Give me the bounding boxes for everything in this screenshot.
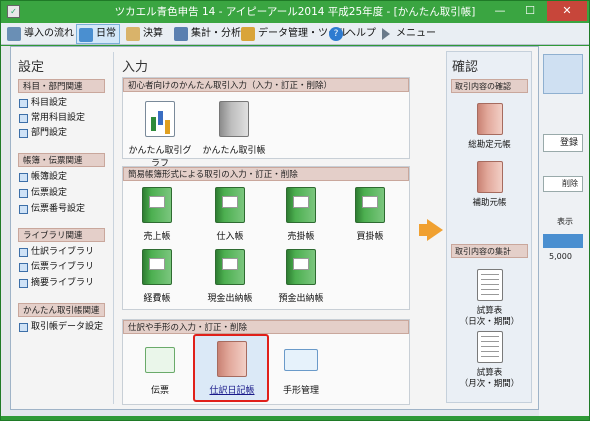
tile-kantan-ledger[interactable]: かんたん取引帳	[199, 101, 269, 156]
list-item-icon	[19, 114, 28, 123]
ledger-book-icon	[219, 101, 249, 137]
tile-sales-book[interactable]: 売上帳	[122, 187, 192, 242]
settings-item[interactable]: 摘要ライブラリ	[18, 277, 94, 289]
background-left-strip	[1, 46, 10, 416]
help-icon: ?	[329, 27, 343, 41]
tile-kantan-graph[interactable]: かんたん取引グラフ	[125, 101, 195, 169]
table-icon	[476, 331, 503, 363]
background-blue-header	[543, 54, 583, 94]
settings-item[interactable]: 常用科目設定	[18, 112, 85, 124]
settings-section-header: かんたん取引帳関連	[18, 303, 105, 317]
menu-item-guide[interactable]: 導入の流れ	[5, 24, 74, 44]
settings-item[interactable]: 仕訳ライブラリ	[18, 246, 94, 258]
background-display-label: 表示	[557, 217, 573, 226]
list-item-icon	[19, 173, 28, 182]
menu-item-daily[interactable]: 日常	[76, 24, 120, 44]
tile-voucher[interactable]: 伝票	[125, 341, 195, 396]
guide-icon	[7, 27, 21, 41]
background-blue-bar	[543, 234, 583, 248]
daily-icon	[79, 28, 93, 42]
settings-item[interactable]: 伝票ライブラリ	[18, 261, 94, 273]
menu-item-menu[interactable]: メニュー	[377, 24, 436, 44]
data-tools-icon	[241, 27, 255, 41]
tile-purchase-book[interactable]: 仕入帳	[195, 187, 265, 242]
settings-section-header: 科目・部門関連	[18, 79, 105, 93]
input-title: 入力	[122, 60, 149, 75]
tile-bill-management[interactable]: 手形管理	[266, 341, 336, 396]
tile-deposit-book[interactable]: 預金出納帳	[266, 249, 336, 304]
ledger-book-icon	[476, 103, 503, 135]
menu-item-analysis[interactable]: 集計・分析	[172, 24, 241, 44]
settings-title: 設定	[18, 60, 45, 75]
list-item-icon	[19, 99, 28, 108]
input-section-header: 簡易帳簿形式による取引の入力・訂正・削除	[123, 167, 409, 181]
settings-item[interactable]: 部門設定	[18, 127, 67, 139]
analysis-icon	[174, 27, 188, 41]
menu-arrow-icon	[382, 28, 390, 40]
menu-bar: 導入の流れ 日常 決算 集計・分析 データ管理・ツール ? ヘルプ メニュー	[1, 23, 589, 45]
tile-cash-book[interactable]: 現金出納帳	[195, 249, 265, 304]
chart-icon	[145, 101, 175, 137]
book-icon	[355, 187, 385, 223]
maximize-button[interactable]: ☐	[515, 1, 545, 21]
list-item-icon	[19, 205, 28, 214]
voucher-icon	[145, 347, 175, 373]
status-bar	[10, 410, 539, 416]
settings-section-header: ライブラリ関連	[18, 228, 105, 242]
settlement-icon	[126, 27, 140, 41]
book-icon	[286, 249, 316, 285]
settings-item[interactable]: 科目設定	[18, 97, 67, 109]
confirm-title: 確認	[452, 60, 479, 75]
minimize-button[interactable]: —	[485, 1, 515, 21]
background-register-button[interactable]: 登録	[543, 134, 583, 152]
app-window: ✓ ツカエル青色申告 14 - アイピーアール2014 平成25年度 - [かん…	[0, 0, 590, 421]
title-bar: ✓ ツカエル青色申告 14 - アイピーアール2014 平成25年度 - [かん…	[1, 1, 589, 23]
book-icon	[215, 249, 245, 285]
window-title: ツカエル青色申告 14 - アイピーアール2014 平成25年度 - [かんたん…	[114, 6, 476, 18]
confirm-section-header: 取引内容の確認	[451, 79, 528, 93]
tile-expense-book[interactable]: 経費帳	[122, 249, 192, 304]
bill-icon	[284, 349, 318, 371]
flow-arrow-icon	[427, 219, 443, 241]
book-icon	[142, 187, 172, 223]
journal-book-icon	[217, 341, 247, 377]
settings-section-header: 帳簿・伝票関連	[18, 153, 105, 167]
tile-trial-balance-monthly[interactable]: 試算表 （月次・期間）	[451, 331, 528, 390]
book-icon	[286, 187, 316, 223]
confirm-section-header: 取引内容の集計	[451, 244, 528, 258]
menu-item-help[interactable]: ? ヘルプ	[327, 24, 376, 44]
column-divider	[113, 52, 114, 404]
input-section-header: 初心者向けのかんたん取引入力（入力・訂正・削除）	[123, 78, 409, 92]
list-item-icon	[19, 279, 28, 288]
list-item-icon	[19, 263, 28, 272]
background-amount: 5,000	[549, 252, 572, 261]
tile-payable-book[interactable]: 買掛帳	[335, 187, 405, 242]
background-delete-button[interactable]: 削除	[543, 176, 583, 192]
book-icon	[142, 249, 172, 285]
table-icon	[476, 269, 503, 301]
tile-trial-balance-daily[interactable]: 試算表 （日次・期間）	[451, 269, 528, 328]
book-icon	[215, 187, 245, 223]
list-item-icon	[19, 323, 28, 332]
close-button[interactable]: ✕	[547, 1, 587, 21]
settings-item[interactable]: 伝票設定	[18, 187, 67, 199]
list-item-icon	[19, 189, 28, 198]
settings-item[interactable]: 伝票番号設定	[18, 203, 85, 215]
tile-journal[interactable]: 仕訳日記帳	[197, 341, 267, 396]
tile-subsidiary-ledger[interactable]: 補助元帳	[451, 161, 528, 209]
list-item-icon	[19, 248, 28, 257]
input-section-header: 仕訳や手形の入力・訂正・削除	[123, 320, 409, 334]
settings-item[interactable]: 取引帳データ設定	[18, 321, 103, 333]
tile-receivable-book[interactable]: 売掛帳	[266, 187, 336, 242]
app-icon: ✓	[7, 5, 20, 18]
background-right-panel: 登録 削除 表示 5,000	[539, 46, 589, 416]
tile-general-ledger[interactable]: 総勘定元帳	[451, 103, 528, 151]
settings-item[interactable]: 帳簿設定	[18, 171, 67, 183]
list-item-icon	[19, 129, 28, 138]
ledger-book-icon	[476, 161, 503, 193]
menu-item-settlement[interactable]: 決算	[124, 24, 163, 44]
